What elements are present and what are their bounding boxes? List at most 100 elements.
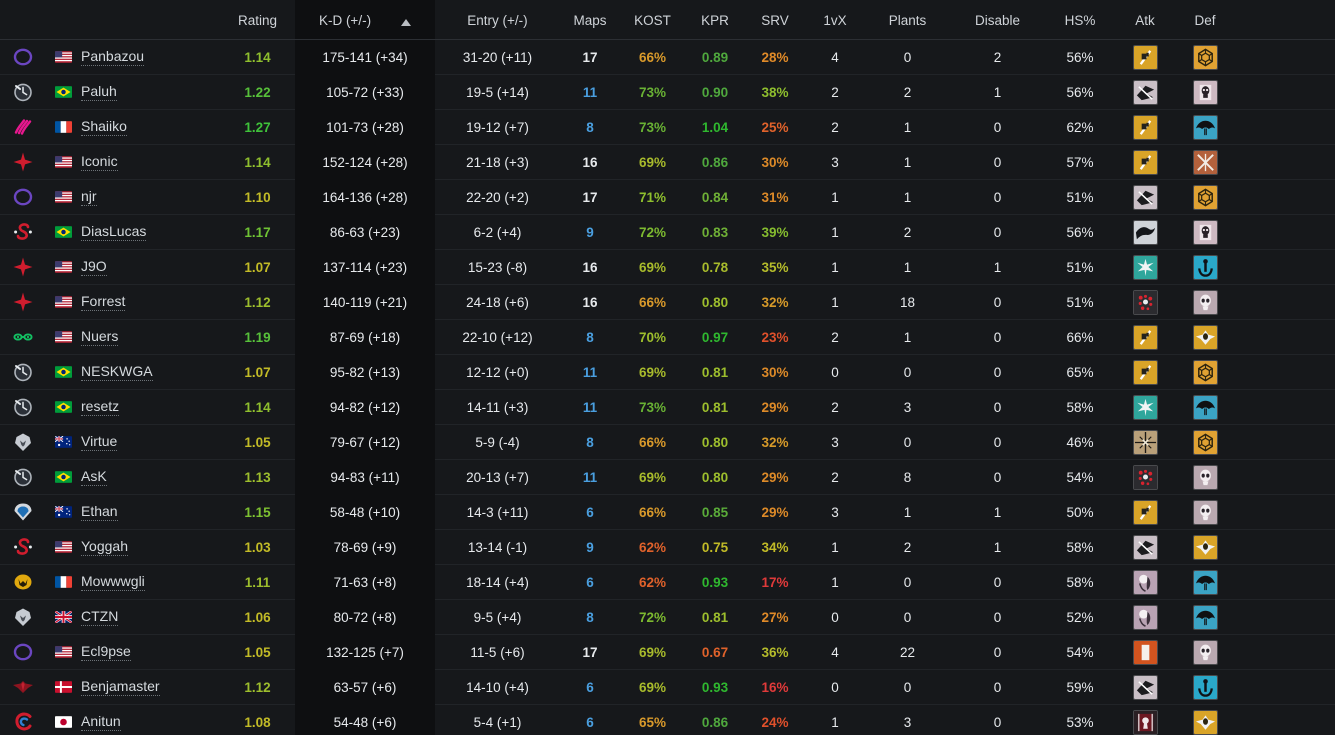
player-name-link[interactable]: Iconic: [81, 153, 118, 171]
header-disable[interactable]: Disable: [950, 13, 1045, 39]
table-row[interactable]: CTZN 1.06 80-72 (+8) 9-5 (+4) 8 72% 0.81 27% 0 0 0…: [0, 599, 1335, 635]
player-name-link[interactable]: Mowwwgli: [81, 573, 145, 591]
def-operator-icon[interactable]: [1175, 600, 1235, 635]
atk-operator-icon[interactable]: [1115, 530, 1175, 565]
atk-operator-icon[interactable]: [1115, 40, 1175, 75]
player-name-link[interactable]: Shaiiko: [81, 118, 127, 136]
header-hs[interactable]: HS%: [1045, 13, 1115, 39]
player-cell[interactable]: njr: [45, 180, 220, 215]
def-operator-icon[interactable]: [1175, 530, 1235, 565]
table-row[interactable]: Ecl9pse 1.05 132-125 (+7) 11-5 (+6) 17 69% 0.6…: [0, 634, 1335, 670]
header-1vx[interactable]: 1vX: [805, 13, 865, 39]
def-operator-icon[interactable]: [1175, 635, 1235, 670]
player-cell[interactable]: Benjamaster: [45, 670, 220, 705]
def-operator-icon[interactable]: [1175, 145, 1235, 180]
table-row[interactable]: AsK 1.13 94-83 (+11) 20-13 (+7) 11 69% 0.80 29%…: [0, 459, 1335, 495]
header-srv[interactable]: SRV: [745, 13, 805, 39]
header-rating[interactable]: Rating: [220, 13, 295, 39]
def-operator-icon[interactable]: [1175, 705, 1235, 735]
player-name-link[interactable]: Ethan: [81, 503, 118, 521]
table-row[interactable]: Mowwwgli 1.11 71-63 (+8) 18-14 (+4) 6 62% 0.93…: [0, 564, 1335, 600]
atk-operator-icon[interactable]: [1115, 565, 1175, 600]
player-name-link[interactable]: NESKWGA: [81, 363, 153, 381]
header-def[interactable]: Def: [1175, 13, 1235, 39]
player-cell[interactable]: Virtue: [45, 425, 220, 460]
header-atk[interactable]: Atk: [1115, 13, 1175, 39]
table-row[interactable]: Shaiiko 1.27 101-73 (+28) 19-12 (+7) 8 73% 1.0…: [0, 109, 1335, 145]
player-cell[interactable]: AsK: [45, 460, 220, 495]
atk-operator-icon[interactable]: [1115, 110, 1175, 145]
def-operator-icon[interactable]: [1175, 320, 1235, 355]
header-kpr[interactable]: KPR: [685, 13, 745, 39]
table-row[interactable]: Virtue 1.05 79-67 (+12) 5-9 (-4) 8 66% 0.80 32%…: [0, 424, 1335, 460]
def-operator-icon[interactable]: [1175, 110, 1235, 145]
table-row[interactable]: Benjamaster 1.12 63-57 (+6) 14-10 (+4) 6 69% 0…: [0, 669, 1335, 705]
player-name-link[interactable]: Benjamaster: [81, 678, 160, 696]
def-operator-icon[interactable]: [1175, 285, 1235, 320]
player-cell[interactable]: CTZN: [45, 600, 220, 635]
player-name-link[interactable]: CTZN: [81, 608, 119, 626]
atk-operator-icon[interactable]: [1115, 460, 1175, 495]
player-cell[interactable]: Yoggah: [45, 530, 220, 565]
atk-operator-icon[interactable]: [1115, 355, 1175, 390]
header-kd[interactable]: K-D (+/-): [295, 0, 435, 39]
player-name-link[interactable]: resetz: [81, 398, 120, 416]
table-row[interactable]: Ethan 1.15 58-48 (+10) 14-3 (+11) 6 66% 0.85 29…: [0, 494, 1335, 530]
def-operator-icon[interactable]: [1175, 250, 1235, 285]
player-cell[interactable]: NESKWGA: [45, 355, 220, 390]
atk-operator-icon[interactable]: [1115, 180, 1175, 215]
header-entry[interactable]: Entry (+/-): [435, 13, 560, 39]
def-operator-icon[interactable]: [1175, 495, 1235, 530]
atk-operator-icon[interactable]: [1115, 145, 1175, 180]
player-cell[interactable]: Anitun: [45, 705, 220, 735]
table-row[interactable]: Paluh 1.22 105-72 (+33) 19-5 (+14) 11 73% 0.90…: [0, 74, 1335, 110]
atk-operator-icon[interactable]: [1115, 705, 1175, 735]
player-name-link[interactable]: Paluh: [81, 83, 117, 101]
def-operator-icon[interactable]: [1175, 460, 1235, 495]
table-row[interactable]: J9O 1.07 137-114 (+23) 15-23 (-8) 16 69% 0.78 3…: [0, 249, 1335, 285]
header-maps[interactable]: Maps: [560, 13, 620, 39]
def-operator-icon[interactable]: [1175, 355, 1235, 390]
player-cell[interactable]: Forrest: [45, 285, 220, 320]
player-name-link[interactable]: Virtue: [81, 433, 118, 451]
table-row[interactable]: Nuers 1.19 87-69 (+18) 22-10 (+12) 8 70% 0.97 2…: [0, 319, 1335, 355]
player-name-link[interactable]: Panbazou: [81, 48, 145, 66]
table-row[interactable]: Forrest 1.12 140-119 (+21) 24-18 (+6) 16 66% 0…: [0, 284, 1335, 320]
header-kost[interactable]: KOST: [620, 13, 685, 39]
player-cell[interactable]: DiasLucas: [45, 215, 220, 250]
table-row[interactable]: Iconic 1.14 152-124 (+28) 21-18 (+3) 16 69% 0.…: [0, 144, 1335, 180]
atk-operator-icon[interactable]: [1115, 600, 1175, 635]
header-plants[interactable]: Plants: [865, 13, 950, 39]
atk-operator-icon[interactable]: [1115, 425, 1175, 460]
player-name-link[interactable]: DiasLucas: [81, 223, 147, 241]
def-operator-icon[interactable]: [1175, 75, 1235, 110]
player-name-link[interactable]: J9O: [81, 258, 107, 276]
def-operator-icon[interactable]: [1175, 40, 1235, 75]
player-cell[interactable]: Nuers: [45, 320, 220, 355]
def-operator-icon[interactable]: [1175, 390, 1235, 425]
player-cell[interactable]: Iconic: [45, 145, 220, 180]
table-row[interactable]: Panbazou 1.14 175-141 (+34) 31-20 (+11) 17 66…: [0, 39, 1335, 75]
player-name-link[interactable]: Nuers: [81, 328, 119, 346]
player-cell[interactable]: resetz: [45, 390, 220, 425]
player-cell[interactable]: Shaiiko: [45, 110, 220, 145]
atk-operator-icon[interactable]: [1115, 75, 1175, 110]
atk-operator-icon[interactable]: [1115, 390, 1175, 425]
player-name-link[interactable]: Forrest: [81, 293, 126, 311]
def-operator-icon[interactable]: [1175, 425, 1235, 460]
def-operator-icon[interactable]: [1175, 215, 1235, 250]
player-cell[interactable]: Paluh: [45, 75, 220, 110]
player-cell[interactable]: Ecl9pse: [45, 635, 220, 670]
atk-operator-icon[interactable]: [1115, 215, 1175, 250]
atk-operator-icon[interactable]: [1115, 635, 1175, 670]
player-name-link[interactable]: AsK: [81, 468, 107, 486]
player-cell[interactable]: J9O: [45, 250, 220, 285]
table-row[interactable]: resetz 1.14 94-82 (+12) 14-11 (+3) 11 73% 0.81…: [0, 389, 1335, 425]
player-name-link[interactable]: Anitun: [81, 713, 121, 731]
def-operator-icon[interactable]: [1175, 670, 1235, 705]
atk-operator-icon[interactable]: [1115, 285, 1175, 320]
atk-operator-icon[interactable]: [1115, 250, 1175, 285]
player-name-link[interactable]: njr: [81, 188, 97, 206]
atk-operator-icon[interactable]: [1115, 320, 1175, 355]
player-name-link[interactable]: Yoggah: [81, 538, 128, 556]
